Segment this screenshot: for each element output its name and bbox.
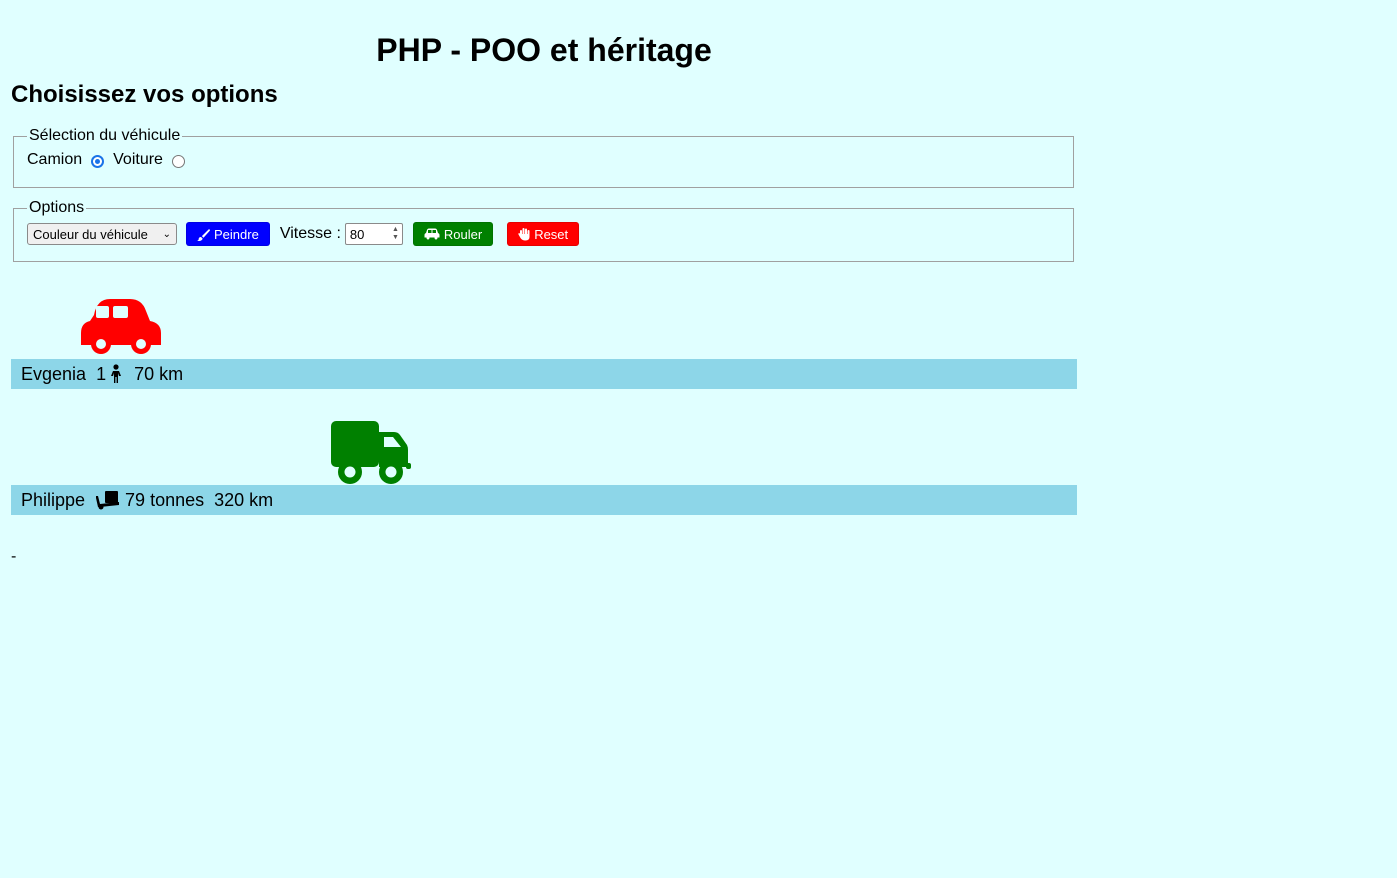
radio-camion[interactable] xyxy=(91,154,105,168)
section-title: Choisissez vos options xyxy=(11,81,278,108)
person-icon xyxy=(111,364,122,383)
paint-button-label: Peindre xyxy=(214,226,259,242)
vehicle-selection-fieldset: Sélection du véhicule Camion Voiture xyxy=(13,127,1074,188)
car-distance: 70 km xyxy=(134,363,184,384)
car-icon xyxy=(424,228,440,240)
truck-driver: Philippe xyxy=(21,489,86,510)
radio-label-camion: Camion xyxy=(27,151,83,168)
chevron-down-icon: ⌄ xyxy=(162,228,171,240)
truck-distance: 320 km xyxy=(214,489,274,510)
brush-icon xyxy=(197,228,210,241)
drive-button[interactable]: Rouler xyxy=(412,222,494,246)
radio-voiture[interactable] xyxy=(171,154,185,168)
car-icon xyxy=(80,297,162,360)
truck-icon xyxy=(330,420,412,491)
speed-input[interactable]: 80 ▲ ▼ xyxy=(344,223,403,245)
car-passengers: 1 xyxy=(96,363,107,384)
speed-value: 80 xyxy=(349,226,365,242)
dolly-load-icon xyxy=(96,491,120,510)
truck-load: 79 tonnes xyxy=(125,489,205,510)
options-legend: Options xyxy=(29,199,85,216)
spinner-icon[interactable]: ▲ ▼ xyxy=(392,226,402,242)
options-fieldset: Options Couleur du véhicule ⌄ Peindre Vi… xyxy=(13,199,1074,262)
footer-text: - xyxy=(11,548,17,565)
drive-button-label: Rouler xyxy=(443,226,483,242)
reset-button[interactable]: Reset xyxy=(507,222,580,246)
radio-label-voiture: Voiture xyxy=(113,151,163,168)
car-track: Evgenia 1 70 km xyxy=(11,359,1077,389)
hand-icon xyxy=(518,228,530,241)
reset-button-label: Reset xyxy=(534,226,569,242)
truck-track: Philippe 79 tonnes 320 km xyxy=(11,485,1077,515)
paint-button[interactable]: Peindre xyxy=(186,222,270,246)
color-select-value: Couleur du véhicule xyxy=(33,226,148,242)
color-select[interactable]: Couleur du véhicule ⌄ xyxy=(27,223,177,245)
car-driver: Evgenia xyxy=(21,363,87,384)
page-title: PHP - POO et héritage xyxy=(376,32,712,68)
speed-label: Vitesse : xyxy=(279,225,341,242)
vehicle-selection-legend: Sélection du véhicule xyxy=(29,127,181,144)
